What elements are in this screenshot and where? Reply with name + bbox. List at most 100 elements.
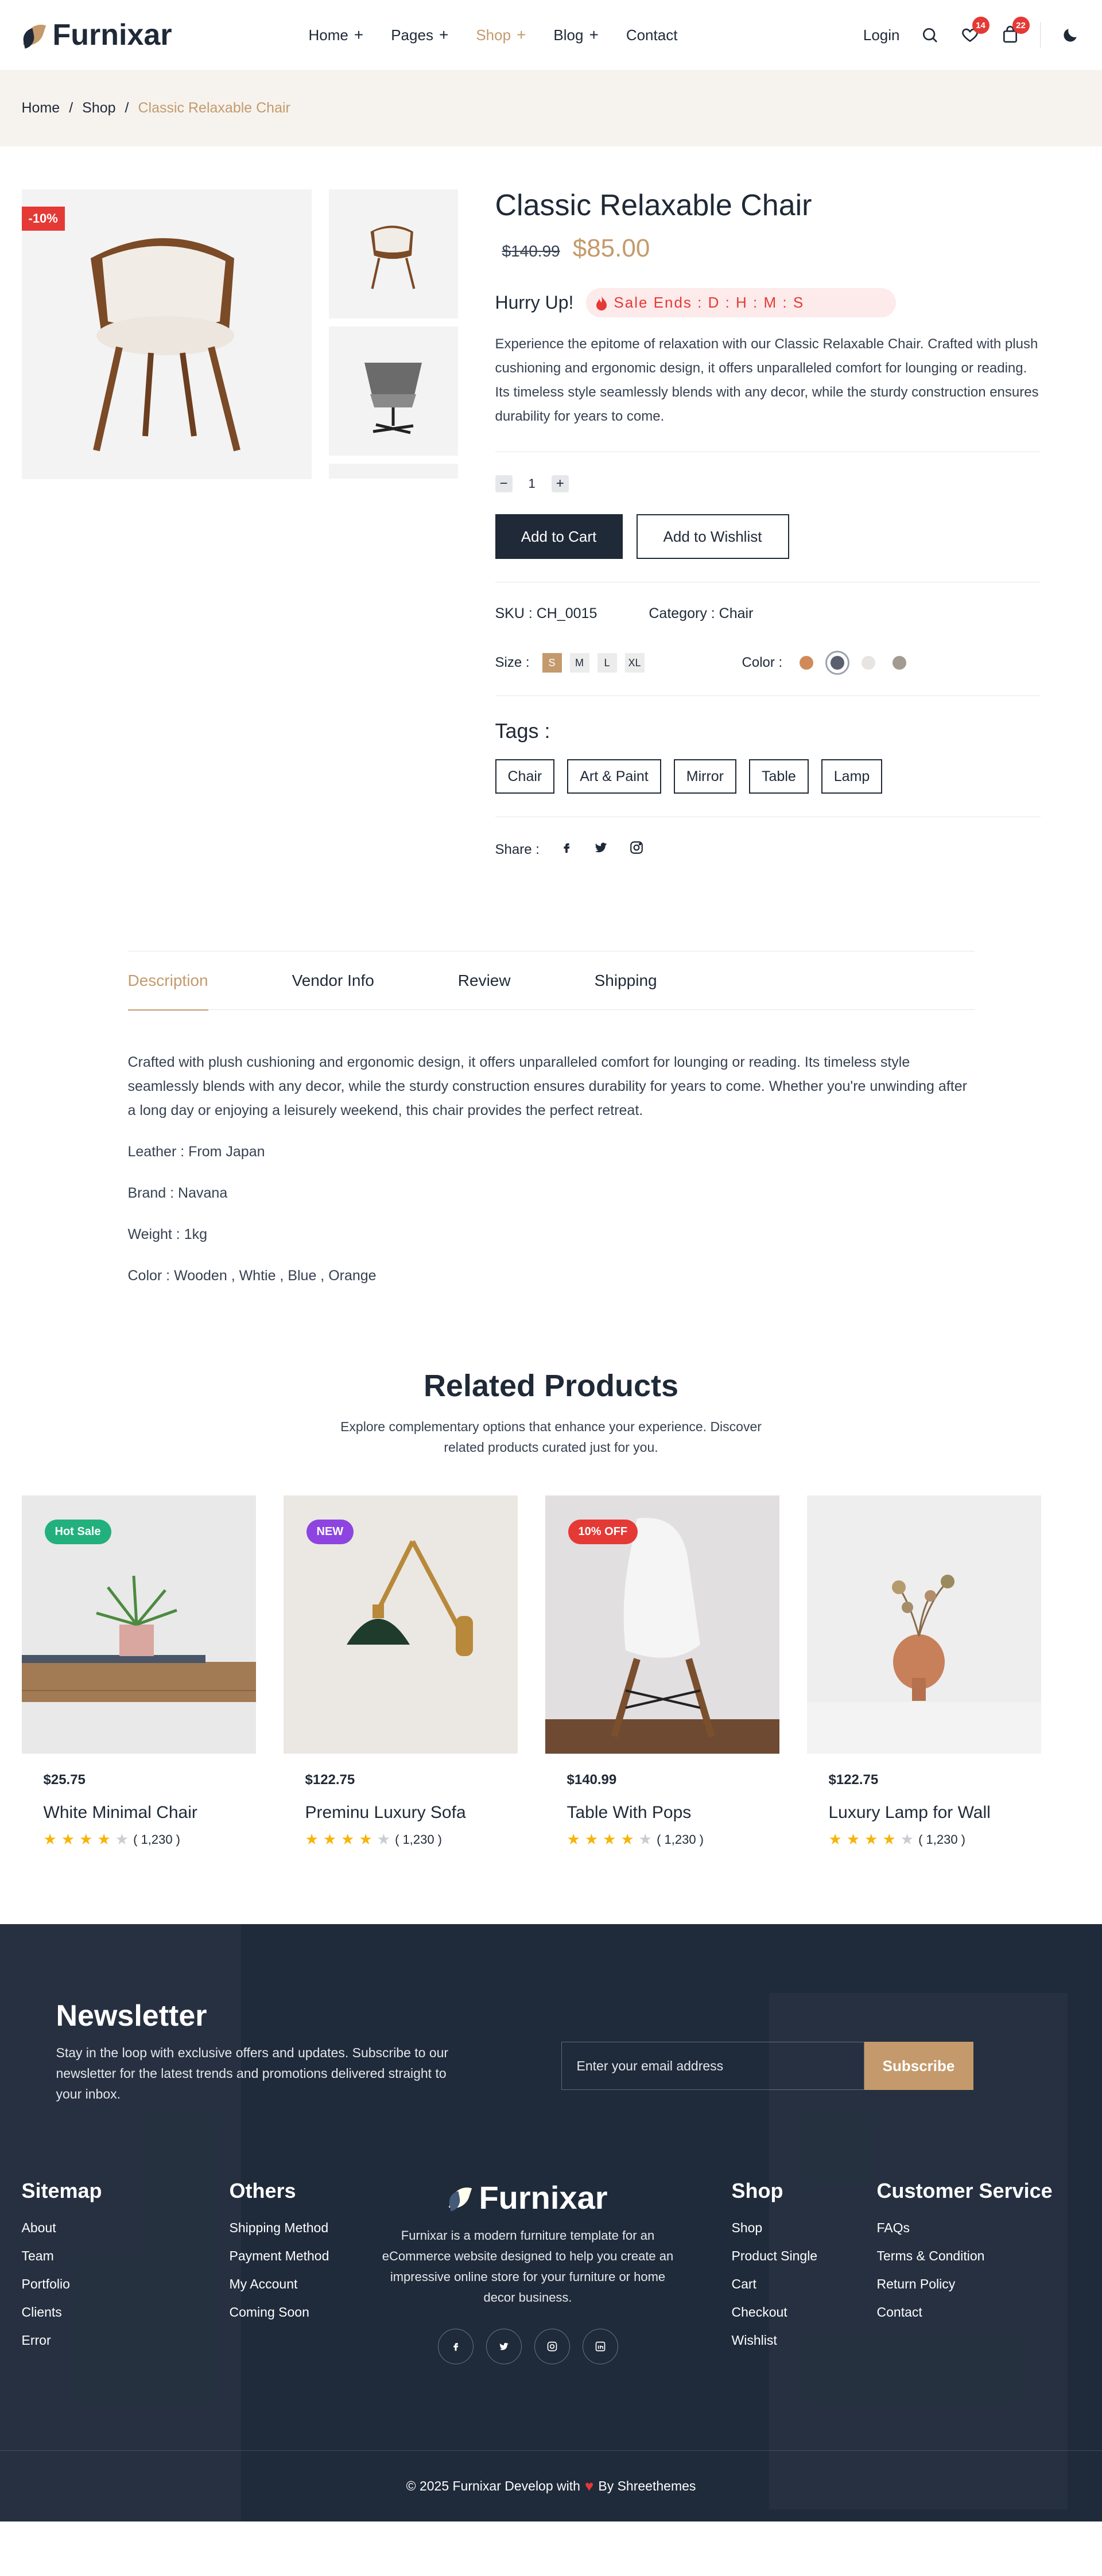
tab-shipping[interactable]: Shipping (595, 951, 657, 1010)
footer-link[interactable]: Coming Soon (230, 2305, 309, 2319)
size-option[interactable]: L (597, 653, 617, 673)
footer-link[interactable]: Contact (877, 2305, 922, 2319)
footer-link[interactable]: Wishlist (732, 2333, 777, 2348)
newsletter-description: Stay in the loop with exclusive offers a… (56, 2045, 449, 2101)
instagram-icon[interactable] (534, 2329, 570, 2364)
instagram-icon[interactable] (629, 840, 644, 859)
color-label: Color : (742, 655, 783, 670)
star-icon: ★ (620, 1831, 634, 1848)
footer-link[interactable]: Payment Method (230, 2248, 329, 2263)
facebook-icon[interactable] (437, 2329, 474, 2364)
footer-brand: Furnixar Furnixar is a modern furniture … (376, 2179, 680, 2364)
product-card-body: $122.75 Luxury Lamp for Wall ★ ★ ★ ★ ★ ( 1,2… (807, 1754, 1041, 1867)
login-link[interactable]: Login (863, 26, 900, 44)
footer-link[interactable]: Team (22, 2248, 54, 2263)
color-swatch[interactable] (862, 656, 876, 670)
rating: ★ ★ ★ ★ ★ ( 1,230 ) (829, 1831, 1019, 1848)
footer-about: Furnixar is a modern furniture template … (382, 2228, 674, 2305)
nav-shop[interactable]: Shop + (476, 26, 526, 44)
footer-link[interactable]: Clients (22, 2305, 62, 2319)
product-name[interactable]: Table With Pops (567, 1803, 758, 1823)
add-to-cart-button[interactable]: Add to Cart (495, 514, 623, 559)
email-input[interactable] (561, 2042, 864, 2090)
footer-link[interactable]: Portfolio (22, 2276, 70, 2291)
nav-home[interactable]: Home + (309, 26, 364, 44)
search-icon[interactable] (919, 25, 940, 45)
tag[interactable]: Table (749, 759, 809, 794)
breadcrumb-home[interactable]: Home (22, 100, 60, 116)
wishlist-button[interactable]: 14 (960, 17, 990, 45)
product-name[interactable]: Luxury Lamp for Wall (829, 1803, 1019, 1823)
spec-item: Color : Wooden , Whtie , Blue , Orange (127, 1268, 377, 1284)
product-name[interactable]: White Minimal Chair (44, 1803, 234, 1823)
color-swatch[interactable] (800, 656, 814, 670)
cart-button[interactable]: 22 (1000, 17, 1030, 45)
color-swatch[interactable] (825, 651, 850, 675)
footer-link[interactable]: Terms & Condition (877, 2248, 985, 2263)
breadcrumb-separator: / (69, 100, 73, 116)
product-card[interactable]: NEW $122.75 Preminu Luxury Sofa ★ ★ ★ ★ ★ ( … (283, 1495, 518, 1867)
product-card[interactable]: $122.75 Luxury Lamp for Wall ★ ★ ★ ★ ★ ( 1,2… (806, 1495, 1041, 1867)
header-actions: Login 14 22 (863, 17, 1081, 48)
footer-link[interactable]: Cart (732, 2276, 756, 2291)
tab-review[interactable]: Review (458, 951, 511, 1010)
spec-item: Brand : Navana (127, 1185, 228, 1201)
product-attributes: Size : S M L XL Color : (495, 651, 1041, 675)
product-card[interactable]: 10% OFF $140.99 Table With Pops ★ ★ ★ ★ ★ ( … (545, 1495, 779, 1867)
qty-increase-button[interactable]: + (551, 475, 569, 492)
size-option[interactable]: S (542, 653, 562, 673)
star-icon: ★ (377, 1831, 391, 1848)
breadcrumb-shop[interactable]: Shop (82, 100, 115, 116)
thumbnail[interactable] (328, 327, 458, 456)
footer-link[interactable]: Return Policy (877, 2276, 956, 2291)
plus-icon: + (589, 26, 599, 44)
nav-contact[interactable]: Contact (626, 26, 678, 44)
product-main-image[interactable]: -10% (21, 189, 312, 479)
tab-description[interactable]: Description (127, 951, 208, 1011)
review-count: ( 1,230 ) (133, 1832, 180, 1847)
footer-logo[interactable]: Furnixar (376, 2179, 680, 2216)
header-divider (1039, 22, 1041, 48)
twitter-icon[interactable] (486, 2329, 522, 2364)
nav-pages-label: Pages (391, 26, 433, 44)
tab-vendor-info[interactable]: Vendor Info (292, 951, 374, 1010)
product-image[interactable]: 10% OFF (545, 1495, 779, 1754)
add-to-wishlist-button[interactable]: Add to Wishlist (636, 514, 789, 559)
footer-link[interactable]: My Account (230, 2276, 298, 2291)
size-option[interactable]: XL (624, 653, 645, 673)
facebook-icon[interactable] (560, 841, 573, 858)
product-image[interactable] (806, 1495, 1041, 1754)
footer-link[interactable]: Shop (732, 2220, 763, 2235)
linkedin-icon[interactable] (582, 2329, 618, 2364)
product-name[interactable]: Preminu Luxury Sofa (305, 1803, 496, 1823)
tag[interactable]: Mirror (673, 759, 737, 794)
copyright-author: By Shreethemes (598, 2478, 696, 2493)
size-option[interactable]: M (569, 653, 589, 673)
thumbnail[interactable] (328, 464, 458, 479)
tag[interactable]: Art & Paint (567, 759, 661, 794)
footer-link[interactable]: FAQs (877, 2220, 910, 2235)
footer-link[interactable]: Product Single (732, 2248, 818, 2263)
logo[interactable]: Furnixar (22, 18, 172, 52)
product-card[interactable]: Hot Sale $25.75 White Minimal Chair ★ ★ ★ ★… (21, 1495, 256, 1867)
qty-decrease-button[interactable]: − (495, 475, 513, 492)
dark-mode-toggle[interactable] (1060, 25, 1081, 45)
tag[interactable]: Lamp (821, 759, 883, 794)
tag[interactable]: Chair (495, 759, 555, 794)
star-icon: ★ (882, 1831, 896, 1848)
twitter-icon[interactable] (593, 841, 608, 858)
nav-pages[interactable]: Pages + (391, 26, 448, 44)
product-image[interactable]: NEW (283, 1495, 518, 1754)
footer-link[interactable]: Error (22, 2333, 51, 2348)
nav-blog[interactable]: Blog + (553, 26, 598, 44)
subscribe-button[interactable]: Subscribe (864, 2042, 973, 2090)
product-image[interactable]: Hot Sale (21, 1495, 256, 1754)
qty-value[interactable]: 1 (529, 476, 536, 491)
footer-link[interactable]: Shipping Method (230, 2220, 329, 2235)
footer-link[interactable]: About (22, 2220, 56, 2235)
thumbnail[interactable] (328, 189, 458, 318)
footer-logo-text: Furnixar (479, 2179, 608, 2216)
footer-link[interactable]: Checkout (732, 2305, 787, 2319)
sku: SKU : CH_0015 (495, 605, 597, 621)
color-swatch[interactable] (893, 656, 907, 670)
